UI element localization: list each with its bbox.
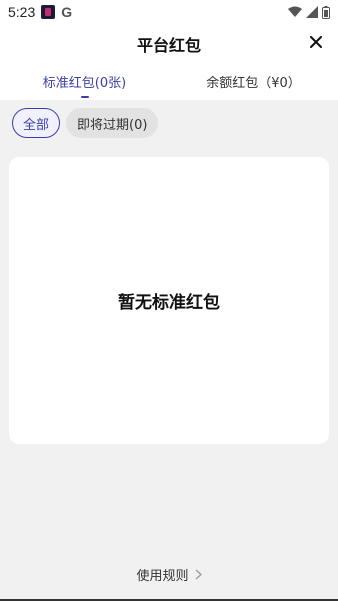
usage-rules-label: 使用规则 bbox=[136, 568, 189, 584]
chevron-right-icon bbox=[195, 569, 202, 579]
status-icons bbox=[288, 5, 330, 19]
close-button[interactable] bbox=[304, 30, 328, 54]
close-icon bbox=[310, 36, 322, 48]
wifi-icon bbox=[288, 6, 302, 17]
empty-state-card: 暂无标准红包 bbox=[9, 157, 329, 444]
usage-rules-link[interactable]: 使用规则 bbox=[0, 563, 338, 585]
tab-bar: 标准红包(0张) 余额红包（¥0） bbox=[0, 62, 338, 100]
status-time: 5:23 bbox=[8, 4, 36, 20]
tab-balance-red-packet[interactable]: 余额红包（¥0） bbox=[169, 62, 338, 100]
status-bar: 5:23 G bbox=[0, 0, 338, 24]
empty-state-message: 暂无标准红包 bbox=[118, 293, 220, 313]
page-title: 平台红包 bbox=[136, 36, 201, 55]
app-icon bbox=[41, 5, 56, 19]
filter-chip-expiring[interactable]: 即将过期(0) bbox=[66, 108, 159, 138]
tab-standard-red-packet[interactable]: 标准红包(0张) bbox=[0, 62, 169, 100]
tab-label: 余额红包（¥0） bbox=[206, 75, 301, 91]
google-icon: G bbox=[61, 4, 73, 20]
battery-icon bbox=[322, 5, 330, 19]
tab-label: 标准红包(0张) bbox=[42, 75, 127, 91]
filter-chips: 全部 即将过期(0) bbox=[12, 108, 159, 138]
filter-chip-all[interactable]: 全部 bbox=[12, 108, 61, 138]
signal-icon bbox=[306, 6, 318, 18]
tab-active-indicator bbox=[80, 96, 89, 98]
header: 平台红包 bbox=[0, 24, 338, 62]
